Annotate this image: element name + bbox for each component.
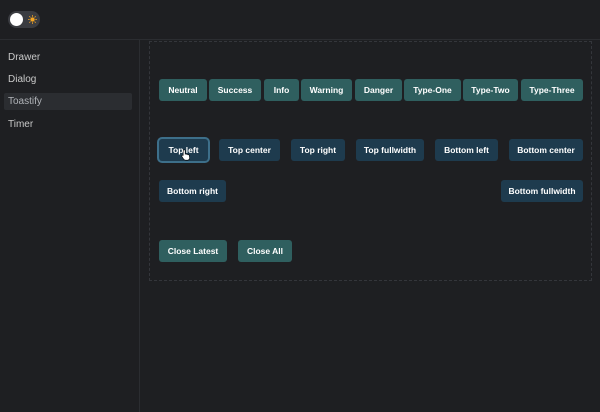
toast-type-two-button[interactable]: Type-Two — [463, 79, 518, 101]
position-bottom-center-button[interactable]: Bottom center — [509, 139, 583, 161]
hand-pointer-icon — [181, 149, 190, 161]
sidebar-item-drawer[interactable]: Drawer — [4, 49, 132, 66]
toast-type-one-button[interactable]: Type-One — [404, 79, 461, 101]
toast-type-danger-button[interactable]: Danger — [355, 79, 402, 101]
sidebar: Drawer Dialog Toastify Timer — [0, 40, 140, 412]
close-all-button[interactable]: Close All — [238, 240, 292, 262]
toast-type-info-button[interactable]: Info — [264, 79, 299, 101]
close-latest-button[interactable]: Close Latest — [159, 240, 227, 262]
position-top-center-button[interactable]: Top center — [219, 139, 280, 161]
position-top-fullwidth-button[interactable]: Top fullwidth — [356, 139, 424, 161]
toast-type-neutral-button[interactable]: Neutral — [159, 79, 207, 101]
toast-type-warning-button[interactable]: Warning — [301, 79, 352, 101]
position-bottom-right-button[interactable]: Bottom right — [159, 180, 226, 202]
position-bottom-fullwidth-button[interactable]: Bottom fullwidth — [501, 180, 583, 202]
sidebar-item-dialog[interactable]: Dialog — [4, 71, 132, 88]
theme-toggle[interactable] — [8, 11, 40, 28]
position-top-right-button[interactable]: Top right — [291, 139, 345, 161]
sidebar-item-timer[interactable]: Timer — [4, 116, 132, 133]
position-bottom-left-button[interactable]: Bottom left — [435, 139, 498, 161]
top-bar — [0, 0, 600, 40]
toast-type-three-button[interactable]: Type-Three — [521, 79, 583, 101]
sun-icon — [28, 15, 37, 24]
sidebar-item-toastify[interactable]: Toastify — [4, 93, 132, 110]
toast-type-success-button[interactable]: Success — [209, 79, 261, 101]
toggle-knob — [10, 13, 23, 26]
